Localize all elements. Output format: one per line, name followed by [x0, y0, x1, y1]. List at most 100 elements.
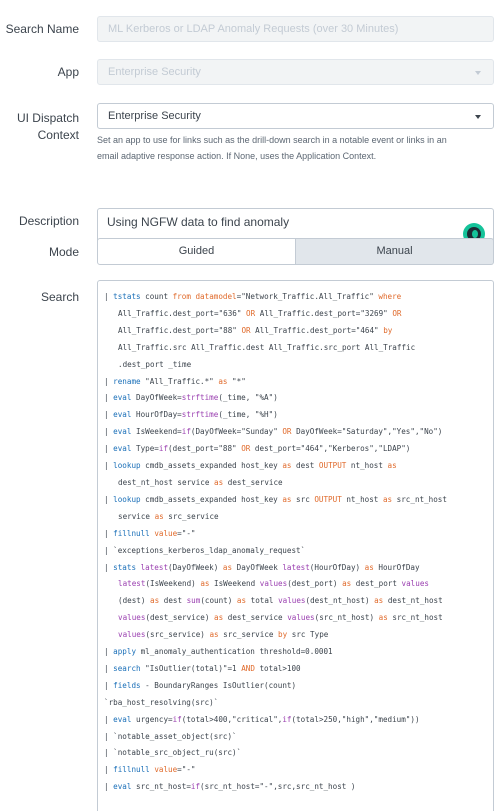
code-line: | `notable_src_object_ru(src)` [104, 745, 488, 762]
code-token: src_nt_host= [131, 782, 191, 792]
code-token: IsWeekend [209, 579, 260, 589]
code-token: eval [113, 714, 132, 724]
code-token: | [104, 528, 114, 538]
code-line: | eval HourOfDay=strftime(_time, "%H") [104, 407, 488, 424]
code-token: values [118, 613, 146, 623]
code-line: | eval Type=if(dest_port="88" OR dest_po… [104, 441, 488, 458]
code-line: latest(IsWeekend) as IsWeekend values(de… [104, 576, 488, 593]
code-token: dest_service [223, 613, 288, 623]
code-token: eval [113, 782, 132, 792]
search-label: Search [40, 290, 79, 304]
code-line: .dest_port _time [104, 357, 488, 374]
search-editor[interactable]: | tstats count from datamodel="Network_T… [97, 280, 494, 811]
code-token: fillnull [113, 528, 150, 538]
code-token: "IsOutlier(total)"=1 [140, 663, 242, 673]
code-token: | `notable_src_object_ru(src)` [104, 748, 242, 758]
code-token: if [282, 714, 292, 724]
code-token: | [104, 376, 114, 386]
code-token: as [222, 562, 233, 572]
code-token: | [104, 410, 114, 420]
mode-guided-button[interactable]: Guided [97, 238, 296, 265]
code-token: dest_port [351, 579, 402, 589]
code-line: | stats latest(DayOfWeek) as DayOfWeek l… [104, 560, 488, 577]
code-token: All_Traffic.src All_Traffic.dest All_Tra… [118, 342, 416, 352]
chevron-down-icon [475, 71, 481, 75]
code-token: | [104, 444, 114, 454]
code-token: | `exceptions_kerberos_ldap_anomaly_requ… [104, 545, 306, 555]
code-token: as [209, 630, 219, 640]
code-line: | lookup cmdb_assets_expanded host_key a… [104, 458, 488, 475]
ui-dispatch-label: UI Dispatch Context [17, 110, 79, 144]
code-token: by [383, 325, 393, 335]
code-token: .dest_port _time [118, 359, 192, 369]
code-token: eval [113, 393, 132, 403]
code-token: rename [113, 376, 141, 386]
code-token: IsWeekend= [131, 427, 182, 437]
code-token: as [150, 596, 160, 606]
code-token: (dest_port="88" [168, 444, 242, 454]
code-token: All_Traffic.dest_port="636" [118, 308, 247, 318]
spl-code: | tstats count from datamodel="Network_T… [104, 289, 488, 796]
code-token: (total>400,"critical", [181, 714, 283, 724]
code-token: OR [282, 427, 292, 437]
app-select: Enterprise Security [97, 59, 494, 85]
code-token: dest_service [223, 477, 283, 487]
code-token: datamodel [195, 292, 237, 301]
code-token: ="-" [177, 528, 196, 538]
code-token: src_service [218, 630, 279, 640]
code-token: "*" [227, 376, 246, 386]
code-token: ="-" [177, 765, 196, 775]
code-line: All_Traffic.src All_Traffic.dest All_Tra… [104, 340, 488, 357]
code-token: (count) [200, 596, 237, 606]
ui-dispatch-help-line2: email adaptive response action. If None,… [97, 151, 377, 161]
code-token: Type= [131, 444, 159, 454]
description-label: Description [18, 214, 79, 228]
code-token: if [158, 444, 169, 454]
code-token: dest_port="464","Kerberos","LDAP") [250, 444, 411, 454]
search-name-label: Search Name [5, 22, 79, 36]
code-token: | [104, 393, 114, 403]
ui-dispatch-select[interactable]: Enterprise Security [97, 103, 494, 129]
code-token: eval [113, 410, 132, 420]
code-token: lookup [113, 461, 141, 471]
code-token: values [401, 579, 429, 589]
code-token: | [104, 765, 114, 775]
code-token: urgency= [131, 714, 173, 724]
code-line: (dest) as dest sum(count) as total value… [104, 593, 488, 610]
code-line: `rba_host_resolving(src)` [104, 695, 488, 712]
code-line: | fillnull value="-" [104, 526, 488, 543]
code-token: | [104, 427, 114, 437]
code-token: | [104, 494, 114, 504]
code-token: | [104, 680, 114, 690]
code-token: src_service [163, 511, 219, 521]
code-token: fillnull [113, 765, 150, 775]
code-token: service [118, 511, 155, 521]
description-value: Using NGFW data to find anomaly [107, 215, 290, 229]
code-token: | [104, 292, 114, 301]
ui-dispatch-help-text: Set an app to use for links such as the … [97, 132, 495, 164]
code-token: dest_nt_host service [118, 477, 215, 487]
ui-dispatch-label-line2: Context [37, 128, 79, 142]
code-token: | [104, 647, 114, 657]
code-line: | rename "All_Traffic.*" as "*" [104, 374, 488, 391]
code-token: | [104, 782, 114, 792]
code-token: (_time, "%A") [218, 393, 278, 403]
code-token: AND [241, 663, 255, 673]
code-token: `rba_host_resolving(src)` [104, 697, 219, 707]
code-token: OUTPUT [318, 461, 347, 471]
code-token: values [278, 596, 306, 606]
code-line: All_Traffic.dest_port="88" OR All_Traffi… [104, 323, 488, 340]
code-token: count [140, 292, 173, 301]
code-token: apply [113, 647, 137, 657]
chevron-down-icon [475, 115, 481, 119]
mode-manual-button[interactable]: Manual [296, 238, 494, 265]
code-token: | `notable_asset_object(src)` [104, 731, 237, 741]
code-token: values [287, 613, 315, 623]
code-token: total [246, 596, 279, 606]
code-token: from [172, 292, 191, 301]
search-name-field: ML Kerberos or LDAP Anomaly Requests (ov… [97, 16, 494, 42]
code-line: dest_nt_host service as dest_service [104, 475, 488, 492]
code-token: src Type [287, 630, 329, 640]
code-line: values(dest_service) as dest_service val… [104, 610, 488, 627]
code-token: (DayOfWeek) [168, 562, 223, 572]
